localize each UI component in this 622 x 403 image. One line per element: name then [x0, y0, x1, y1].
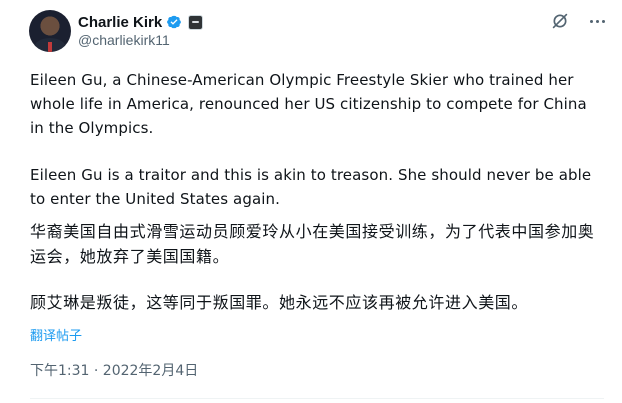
verified-badge-icon	[167, 15, 182, 29]
grok-icon[interactable]	[549, 10, 571, 32]
tweet-text-paragraph-1: Eileen Gu, a Chinese-American Olympic Fr…	[30, 71, 587, 137]
tweet-text-paragraph-2: Eileen Gu is a traitor and this is akin …	[30, 166, 592, 208]
affiliation-badge-icon[interactable]	[188, 14, 204, 30]
author-name-row: Charlie Kirk	[78, 12, 204, 32]
tweet-text-paragraph-4: 顾艾琳是叛徒，这等同于叛国罪。她永远不应该再被允许进入美国。	[30, 293, 529, 312]
avatar[interactable]	[29, 10, 71, 52]
author-display-name[interactable]: Charlie Kirk	[78, 14, 162, 31]
divider	[30, 398, 604, 399]
author-handle[interactable]: @charliekirk11	[78, 32, 170, 48]
tweet-text-paragraph-3: 华裔美国自由式滑雪运动员顾爱玲从小在美国接受训练，为了代表中国参加奥运会，她放弃…	[30, 222, 595, 266]
more-options-icon[interactable]	[584, 10, 610, 32]
translate-post-link[interactable]: 翻译帖子	[30, 325, 82, 344]
tweet-card: Charlie Kirk @charliekirk11 Eileen Gu, a…	[0, 0, 622, 403]
tweet-timestamp[interactable]: 下午1:31 · 2022年2月4日	[30, 360, 198, 380]
